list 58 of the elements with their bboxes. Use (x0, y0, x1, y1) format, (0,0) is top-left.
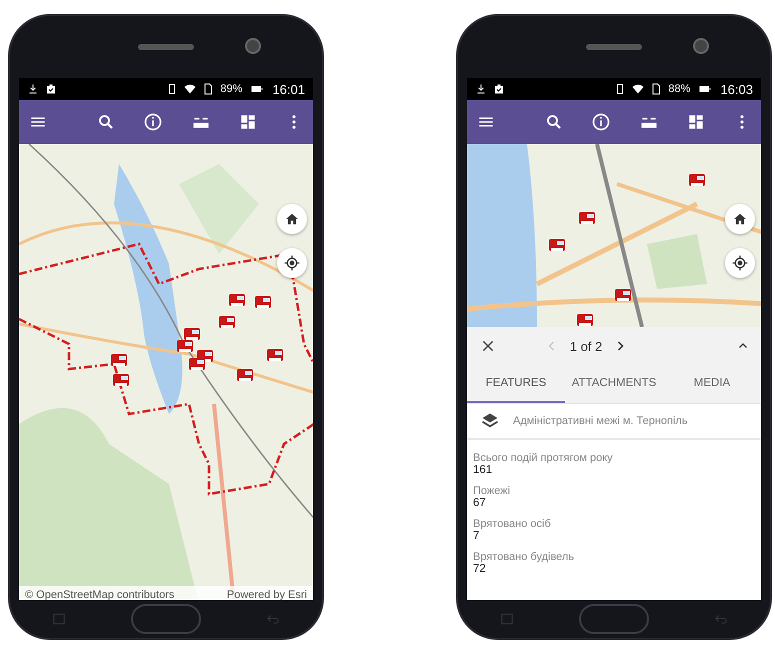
fire-truck-icon[interactable] (267, 349, 283, 361)
battery-percent: 89% (220, 83, 242, 95)
pager-count: 1 of 2 (570, 338, 602, 354)
sim-icon (202, 83, 214, 95)
layer-name: Адміністративні межі м. Тернопіль (513, 415, 688, 427)
download-icon (27, 83, 39, 95)
fire-truck-icon[interactable] (229, 294, 245, 306)
fire-truck-icon[interactable] (579, 212, 595, 224)
wifi-icon (632, 83, 644, 95)
clipboard-icon (493, 83, 505, 95)
field-value: 161 (473, 464, 494, 476)
info-icon[interactable] (591, 112, 611, 132)
search-icon[interactable] (545, 113, 563, 131)
dashboard-icon[interactable] (239, 113, 257, 131)
popup-tab[interactable]: FEATURES (467, 365, 565, 403)
popup-tab[interactable]: MEDIA (663, 365, 761, 403)
popup-tab[interactable]: ATTACHMENTS (565, 365, 663, 403)
download-icon (475, 83, 487, 95)
home-icon (285, 212, 299, 226)
speaker-grille (138, 44, 194, 50)
home-icon (733, 212, 747, 226)
fire-truck-icon[interactable] (237, 369, 253, 381)
fire-truck-icon[interactable] (219, 316, 235, 328)
clipboard-icon (45, 83, 57, 95)
front-camera (245, 38, 261, 54)
fire-truck-icon[interactable] (255, 296, 271, 308)
fire-truck-icon[interactable] (177, 340, 193, 352)
close-icon[interactable] (481, 339, 495, 353)
fire-truck-icon[interactable] (549, 239, 565, 251)
attribution-text: © OpenStreetMap contributors (25, 589, 174, 600)
field-label: Врятовано будівель (473, 551, 576, 563)
clock-time: 16:01 (272, 82, 305, 96)
locate-icon (284, 255, 300, 271)
front-camera (693, 38, 709, 54)
field-value: 67 (473, 497, 487, 509)
fire-truck-icon[interactable] (113, 374, 129, 386)
battery-percent: 88% (668, 83, 690, 95)
field-label: Врятовано осіб (473, 518, 552, 530)
fire-truck-icon[interactable] (615, 289, 631, 301)
clock-time: 16:03 (720, 82, 753, 96)
wifi-icon (184, 83, 196, 95)
speaker-grille (586, 44, 642, 50)
attribution-text: Powered by Esri (226, 589, 307, 600)
search-icon[interactable] (97, 113, 115, 131)
fire-truck-icon[interactable] (189, 358, 205, 370)
fire-truck-icon[interactable] (184, 328, 200, 340)
dashboard-icon[interactable] (687, 113, 705, 131)
fire-truck-icon[interactable] (689, 174, 705, 186)
fire-truck-icon[interactable] (577, 314, 593, 326)
field-label: Всього подій протягом року (473, 452, 614, 464)
sim-icon (650, 83, 662, 95)
layers-icon (481, 412, 499, 430)
fire-truck-icon[interactable] (111, 354, 127, 366)
field-label: Пожежі (473, 485, 512, 497)
locate-icon (732, 255, 748, 271)
field-value: 7 (473, 530, 480, 542)
info-icon[interactable] (143, 112, 163, 132)
field-value: 72 (473, 563, 487, 575)
